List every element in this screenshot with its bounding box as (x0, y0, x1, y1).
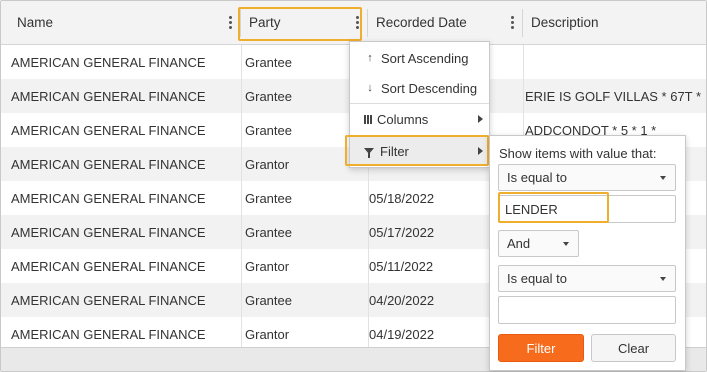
cell-party: Grantor (245, 326, 290, 342)
cell-party: Grantee (245, 292, 292, 308)
filter-logic-value: And (507, 236, 531, 251)
cell-party: Grantee (245, 190, 292, 206)
menu-item-columns[interactable]: Columns (350, 105, 489, 133)
filter-panel-title: Show items with value that: (499, 146, 657, 161)
cell-party: Grantor (245, 258, 290, 274)
cell-party: Grantee (245, 122, 292, 138)
column-header-recorded-date[interactable]: Recorded Date (368, 1, 523, 44)
column-header-party[interactable]: Party (241, 1, 368, 44)
menu-item-columns-label: Columns (377, 111, 429, 127)
cell-party: Grantee (245, 54, 292, 70)
caret-down-icon (563, 242, 569, 246)
cell-name: AMERICAN GENERAL FINANCE (11, 292, 206, 308)
filter-operator-1-value: Is equal to (507, 170, 567, 185)
column-divider (241, 45, 242, 347)
filter-value-2-input[interactable] (498, 296, 676, 324)
menu-item-filter[interactable]: Filter (350, 137, 489, 165)
cell-name: AMERICAN GENERAL FINANCE (11, 190, 206, 206)
cell-name: AMERICAN GENERAL FINANCE (11, 258, 206, 274)
arrow-down-icon: ↓ (367, 82, 373, 94)
cell-name: AMERICAN GENERAL FINANCE (11, 156, 206, 172)
cell-party: Grantor (245, 156, 290, 172)
column-header-party-label: Party (249, 15, 281, 30)
filter-logic-select[interactable]: And (498, 230, 579, 257)
column-menu-icon[interactable] (505, 13, 519, 33)
cell-description: ERIE IS GOLF VILLAS * 67T * (525, 88, 702, 104)
cell-name: AMERICAN GENERAL FINANCE (11, 88, 206, 104)
filter-operator-1-select[interactable]: Is equal to (498, 164, 676, 191)
menu-item-filter-label: Filter (380, 143, 409, 159)
column-header-recorded-date-label: Recorded Date (376, 15, 467, 30)
column-header-name-label: Name (17, 15, 54, 30)
caret-down-icon (660, 176, 666, 180)
column-header-name[interactable]: Name (1, 1, 241, 44)
filter-panel: Show items with value that: Is equal to … (489, 135, 686, 371)
cell-name: AMERICAN GENERAL FINANCE (11, 326, 206, 342)
cell-name: AMERICAN GENERAL FINANCE (11, 54, 206, 70)
cell-description (525, 45, 706, 79)
column-header-description[interactable]: Description (523, 1, 706, 44)
filter-button[interactable]: Filter (498, 334, 584, 362)
columns-icon (364, 114, 372, 124)
column-menu-icon[interactable] (223, 13, 237, 33)
cell-name: AMERICAN GENERAL FINANCE (11, 224, 206, 240)
column-header-description-label: Description (531, 15, 599, 30)
menu-item-sort-ascending[interactable]: ↑ Sort Ascending (350, 44, 489, 72)
menu-item-sort-descending-label: Sort Descending (381, 80, 478, 96)
menu-divider (350, 135, 489, 136)
filter-value-1-input[interactable]: LENDER (498, 195, 676, 223)
cell-party: Grantee (245, 88, 292, 104)
menu-item-sort-ascending-label: Sort Ascending (381, 50, 469, 66)
filter-operator-2-select[interactable]: Is equal to (498, 265, 676, 292)
chevron-right-icon (478, 115, 483, 123)
funnel-icon (364, 148, 374, 158)
chevron-right-icon (478, 147, 483, 155)
column-menu: ↑ Sort Ascending ↓ Sort Descending Colum… (349, 41, 490, 168)
menu-divider (350, 103, 489, 104)
arrow-up-icon: ↑ (367, 52, 373, 64)
menu-item-sort-descending[interactable]: ↓ Sort Descending (350, 74, 489, 102)
column-menu-icon[interactable] (350, 13, 364, 33)
cell-name: AMERICAN GENERAL FINANCE (11, 122, 206, 138)
grid-header: Name Party Recorded Date Description (1, 1, 706, 45)
filter-value-1-text: LENDER (505, 201, 558, 217)
clear-button[interactable]: Clear (591, 334, 676, 362)
caret-down-icon (660, 277, 666, 281)
cell-party: Grantee (245, 224, 292, 240)
filter-operator-2-value: Is equal to (507, 271, 567, 286)
